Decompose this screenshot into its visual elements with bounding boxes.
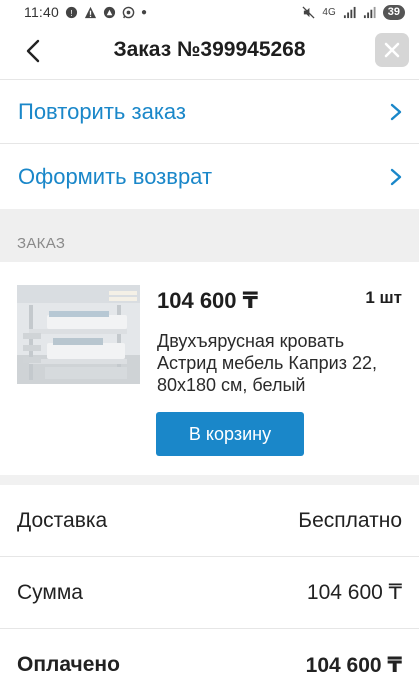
page-title: Заказ №399945268 — [113, 38, 306, 61]
app-icon — [103, 6, 116, 18]
status-right: 4G 39 — [302, 4, 405, 20]
close-button[interactable] — [375, 33, 409, 67]
signal-icon-2 — [363, 6, 376, 18]
chevron-right-icon — [390, 103, 402, 121]
sum-row: Сумма 104 600 ₸ — [0, 557, 419, 629]
notification-icon: ! — [65, 6, 78, 18]
status-time: 11:40 — [24, 4, 59, 20]
svg-text:!: ! — [70, 7, 72, 17]
paid-label: Оплачено — [17, 653, 120, 676]
chevron-right-icon — [390, 168, 402, 186]
delivery-label: Доставка — [17, 508, 108, 532]
product-card: 104 600 ₸ 1 шт Двухъярусная кровать Астр… — [0, 262, 419, 475]
battery-badge: 39 — [382, 4, 405, 20]
product-quantity: 1 шт — [365, 288, 402, 307]
repeat-order-row[interactable]: Повторить заказ — [0, 80, 419, 144]
warning-icon — [84, 6, 97, 18]
return-order-row[interactable]: Оформить возврат — [0, 145, 419, 209]
sum-value: 104 600 ₸ — [306, 581, 402, 604]
section-divider — [0, 475, 419, 485]
close-icon — [384, 42, 400, 58]
sum-label: Сумма — [17, 580, 83, 604]
whatsapp-icon — [122, 6, 135, 18]
order-section-title: ЗАКАЗ — [17, 235, 66, 252]
product-name[interactable]: Двухъярусная кровать Астрид мебель Капри… — [157, 330, 397, 396]
bunk-bed-image — [17, 285, 140, 384]
product-image[interactable] — [17, 285, 140, 384]
signal-icon — [343, 6, 356, 18]
add-to-cart-button[interactable]: В корзину — [156, 412, 304, 456]
mute-icon — [302, 5, 315, 19]
dot-icon: ● — [141, 6, 148, 18]
battery-level: 39 — [387, 6, 400, 18]
delivery-value: Бесплатно — [298, 508, 402, 532]
paid-value: 104 600 ₸ — [305, 653, 402, 677]
status-left: 11:40 ! ● — [24, 4, 147, 20]
paid-row: Оплачено 104 600 ₸ — [0, 629, 419, 699]
return-order-label: Оформить возврат — [18, 164, 213, 189]
product-price: 104 600 ₸ — [157, 288, 258, 313]
network-label: 4G — [322, 6, 336, 18]
header: Заказ №399945268 — [0, 24, 419, 80]
repeat-order-label: Повторить заказ — [18, 98, 186, 124]
status-bar: 11:40 ! ● 4G 39 — [0, 0, 419, 24]
order-section-header: ЗАКАЗ — [0, 209, 419, 262]
delivery-row: Доставка Бесплатно — [0, 485, 419, 557]
